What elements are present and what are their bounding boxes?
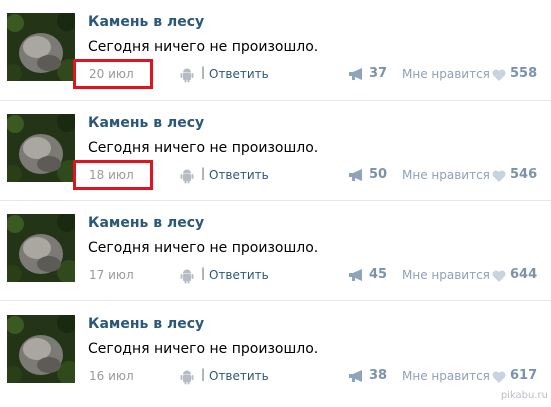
separator: | xyxy=(201,65,206,79)
post-author[interactable]: Камень в лесу xyxy=(88,316,204,332)
date-highlight-box xyxy=(73,160,153,190)
like-label: Мне нравится xyxy=(402,369,490,383)
reply-link[interactable]: Ответить xyxy=(209,168,269,182)
like-count: 558 xyxy=(510,66,538,81)
megaphone-icon xyxy=(349,169,362,181)
post: Камень в лесу Сегодня ничего не произошл… xyxy=(0,315,551,407)
heart-icon xyxy=(492,270,506,282)
avatar[interactable] xyxy=(7,315,75,383)
post: Камень в лесу Сегодня ничего не произошл… xyxy=(0,214,551,306)
like-count: 617 xyxy=(510,368,538,383)
avatar[interactable] xyxy=(7,114,75,182)
separator: | xyxy=(201,266,206,280)
rock-photo xyxy=(7,114,75,182)
post-feed: Камень в лесу Сегодня ничего не произошл… xyxy=(0,0,551,403)
separator: | xyxy=(201,166,206,180)
post-divider xyxy=(0,100,551,101)
android-icon xyxy=(180,370,194,385)
heart-icon xyxy=(492,170,506,182)
heart-icon xyxy=(492,69,506,81)
reply-link[interactable]: Ответить xyxy=(209,268,269,282)
watermark: pikabu.ru xyxy=(500,390,548,401)
rock-photo xyxy=(7,315,75,383)
like-count: 546 xyxy=(510,167,538,182)
like-label: Мне нравится xyxy=(402,168,490,182)
post: Камень в лесу Сегодня ничего не произошл… xyxy=(0,114,551,206)
android-icon xyxy=(180,68,194,83)
rock-photo xyxy=(7,13,75,81)
android-icon xyxy=(180,269,194,284)
megaphone-icon xyxy=(349,370,362,382)
like-label: Мне нравится xyxy=(402,67,490,81)
post-text: Сегодня ничего не произошло. xyxy=(88,240,319,256)
post-text: Сегодня ничего не произошло. xyxy=(88,341,319,357)
like-label: Мне нравится xyxy=(402,268,490,282)
avatar[interactable] xyxy=(7,13,75,81)
share-count: 37 xyxy=(369,66,388,81)
megaphone-icon xyxy=(349,68,362,80)
share-count: 45 xyxy=(369,267,388,282)
reply-link[interactable]: Ответить xyxy=(209,369,269,383)
avatar[interactable] xyxy=(7,214,75,282)
heart-icon xyxy=(492,371,506,383)
android-icon xyxy=(180,169,194,184)
megaphone-icon xyxy=(349,269,362,281)
share-count: 50 xyxy=(369,167,388,182)
post-text: Сегодня ничего не произошло. xyxy=(88,39,319,55)
post-divider xyxy=(0,300,551,301)
post-author[interactable]: Камень в лесу xyxy=(88,115,204,131)
rock-photo xyxy=(7,214,75,282)
post-divider xyxy=(0,200,551,201)
date-highlight-box xyxy=(73,59,153,89)
post-text: Сегодня ничего не произошло. xyxy=(88,140,319,156)
separator: | xyxy=(201,367,206,381)
post-author[interactable]: Камень в лесу xyxy=(88,215,204,231)
post-date[interactable]: 16 июл xyxy=(89,369,134,383)
post: Камень в лесу Сегодня ничего не произошл… xyxy=(0,13,551,105)
share-count: 38 xyxy=(369,368,388,383)
post-date[interactable]: 17 июл xyxy=(89,268,134,282)
post-author[interactable]: Камень в лесу xyxy=(88,14,204,30)
like-count: 644 xyxy=(510,267,538,282)
reply-link[interactable]: Ответить xyxy=(209,67,269,81)
